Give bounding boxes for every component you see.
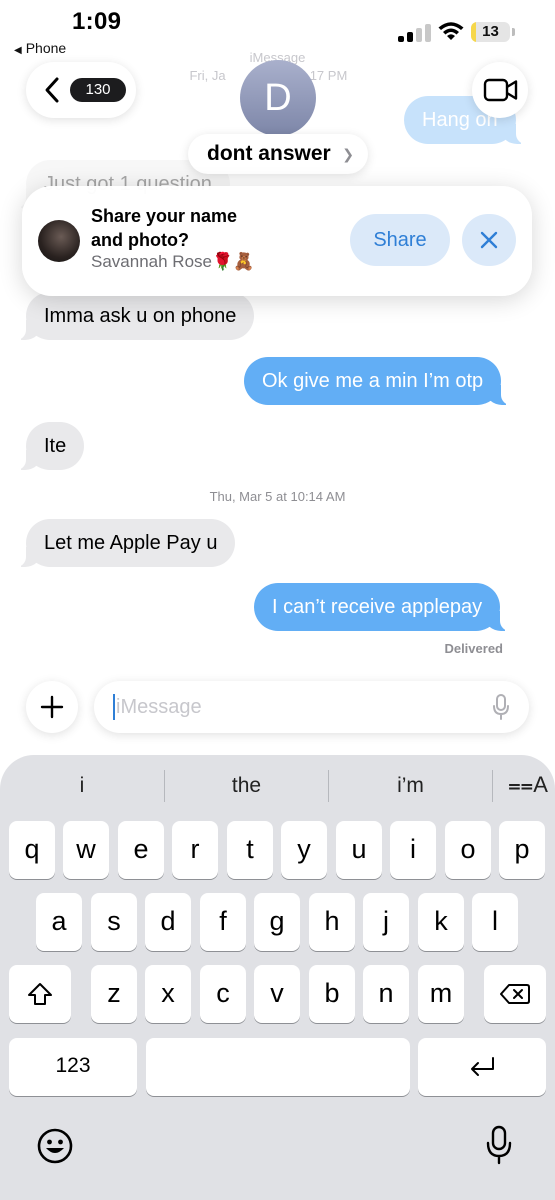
contact-name: dont answer [207, 142, 331, 165]
key-f[interactable]: f [200, 893, 246, 951]
status-time: 1:09 [72, 8, 122, 35]
share-banner-title: Share your name and photo? [91, 206, 238, 250]
message-input-field[interactable] [94, 681, 529, 733]
message-bubble-outgoing[interactable]: I can’t receive applepay [254, 583, 511, 631]
key-c[interactable]: c [200, 965, 246, 1023]
emoji-icon[interactable] [36, 1127, 74, 1165]
message-input[interactable] [116, 681, 486, 733]
share-name-photo-banner: Share your name and photo? Savannah Rose… [22, 186, 532, 296]
key-l[interactable]: l [472, 893, 518, 951]
share-banner-subtitle: Savannah Rose🌹🧸 [91, 252, 255, 271]
text-caret [113, 694, 115, 720]
close-icon [480, 231, 498, 249]
chevron-left-icon [45, 77, 59, 103]
shift-icon [28, 983, 52, 1005]
key-z[interactable]: z [91, 965, 137, 1023]
shift-key[interactable] [9, 965, 71, 1023]
unread-count-badge: 130 [70, 78, 126, 102]
add-attachment-button[interactable] [26, 681, 78, 733]
return-key[interactable] [418, 1038, 546, 1096]
delivered-status: Delivered [444, 641, 503, 656]
plus-icon [40, 695, 64, 719]
facetime-video-button[interactable] [472, 62, 528, 118]
key-a[interactable]: a [36, 893, 82, 951]
text-format-button[interactable]: ⩵A [508, 772, 548, 798]
key-y[interactable]: y [281, 821, 327, 879]
key-u[interactable]: u [336, 821, 382, 879]
video-camera-icon [483, 78, 518, 102]
numbers-key[interactable]: 123 [9, 1038, 137, 1096]
battery-indicator: 13 [471, 22, 515, 42]
message-bubble-incoming[interactable]: Let me Apple Pay u [15, 519, 236, 567]
microphone-icon[interactable] [492, 693, 510, 721]
key-x[interactable]: x [145, 965, 191, 1023]
space-key[interactable] [146, 1038, 410, 1096]
chevron-right-icon: ❯ [342, 146, 354, 162]
key-d[interactable]: d [145, 893, 191, 951]
delete-key[interactable] [484, 965, 546, 1023]
keyboard: i the i’m ⩵A q w e r t y u i o p a s d f… [0, 755, 555, 1200]
key-t[interactable]: t [227, 821, 273, 879]
key-b[interactable]: b [309, 965, 355, 1023]
key-o[interactable]: o [445, 821, 491, 879]
contact-name-button[interactable]: dont answer ❯ [188, 134, 368, 174]
key-g[interactable]: g [254, 893, 300, 951]
key-i[interactable]: i [390, 821, 436, 879]
message-bubble-outgoing[interactable]: Ok give me a min I’m otp [244, 357, 512, 405]
contact-avatar[interactable]: D [240, 60, 316, 136]
message-timestamp: Thu, Mar 5 at 10:14 AM [209, 489, 346, 504]
key-w[interactable]: w [63, 821, 109, 879]
key-v[interactable]: v [254, 965, 300, 1023]
suggestion-3[interactable]: i’m [329, 770, 492, 802]
key-m[interactable]: m [418, 965, 464, 1023]
microphone-icon[interactable] [486, 1125, 512, 1165]
key-p[interactable]: p [499, 821, 545, 879]
delete-icon [500, 984, 530, 1004]
message-bubble-incoming[interactable]: Imma ask u on phone [15, 292, 255, 340]
share-button[interactable]: Share [350, 214, 450, 266]
key-h[interactable]: h [309, 893, 355, 951]
wifi-icon [437, 20, 465, 42]
suggestion-1[interactable]: i [0, 770, 164, 802]
back-button[interactable]: 130 [26, 62, 136, 118]
key-k[interactable]: k [418, 893, 464, 951]
key-e[interactable]: e [118, 821, 164, 879]
suggestion-2[interactable]: the [165, 770, 328, 802]
return-icon [471, 1057, 494, 1076]
cellular-signal-icon [398, 24, 432, 42]
key-j[interactable]: j [363, 893, 409, 951]
battery-percent: 13 [482, 23, 499, 40]
key-r[interactable]: r [172, 821, 218, 879]
message-bubble-incoming[interactable]: Ite [15, 422, 85, 470]
key-q[interactable]: q [9, 821, 55, 879]
dismiss-banner-button[interactable] [462, 214, 516, 266]
key-n[interactable]: n [363, 965, 409, 1023]
key-s[interactable]: s [91, 893, 137, 951]
profile-photo [38, 220, 80, 262]
